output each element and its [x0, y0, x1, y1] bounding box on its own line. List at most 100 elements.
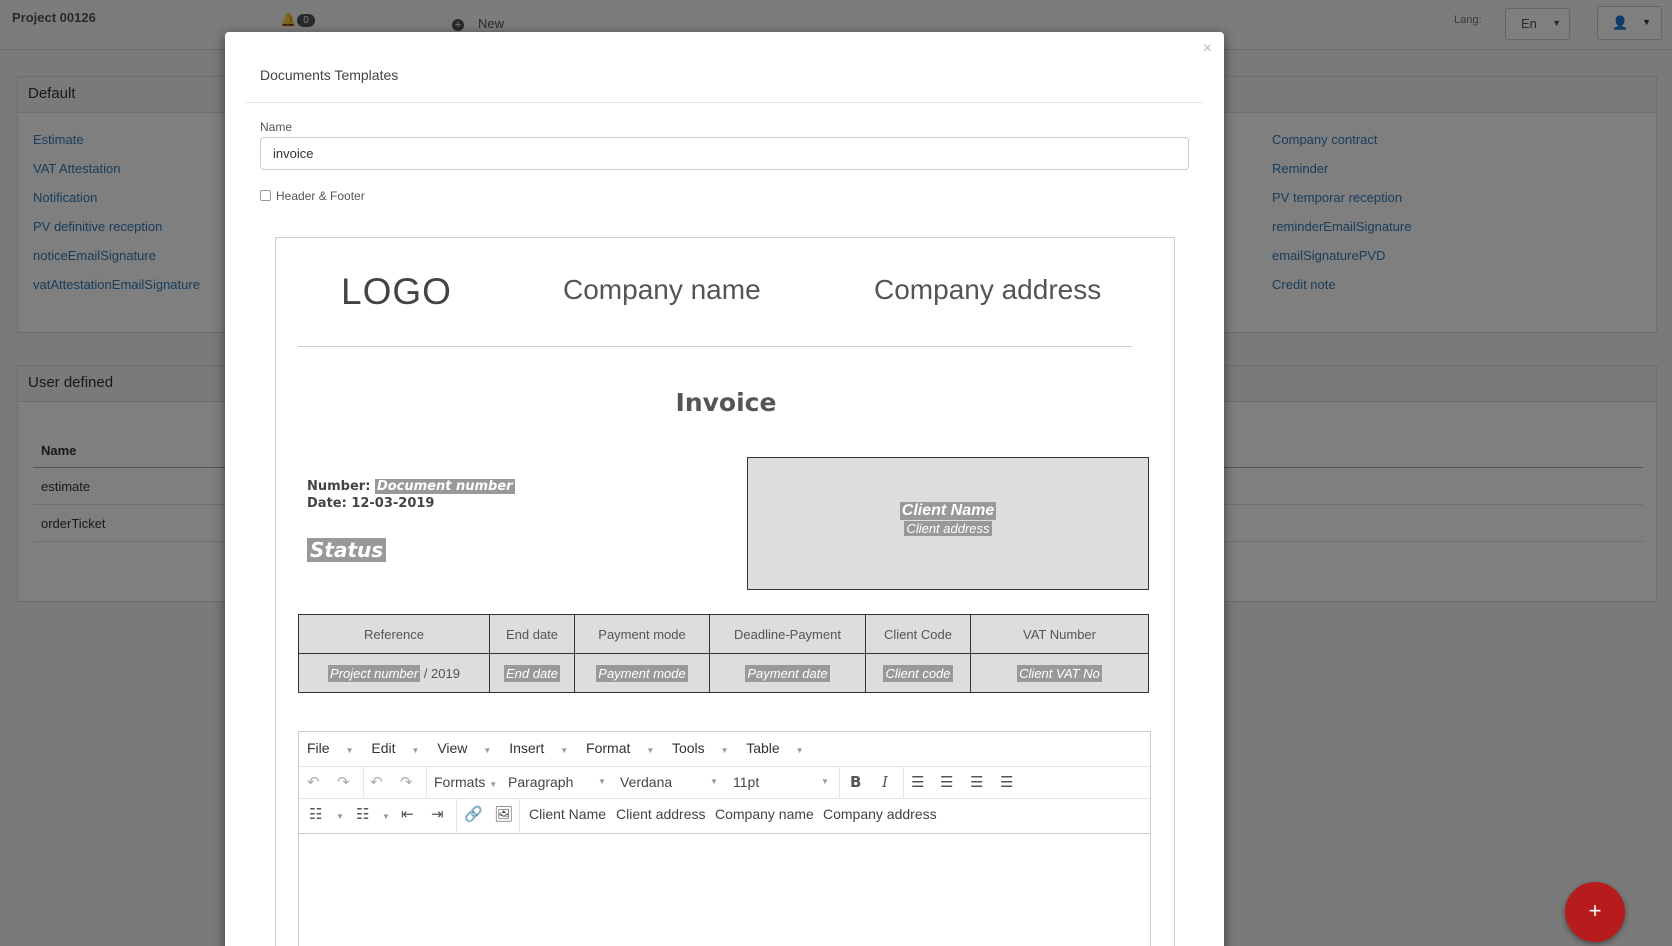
link-icon[interactable]: 🔗	[464, 805, 483, 823]
size-select[interactable]: 11pt ▼	[733, 774, 833, 790]
payment-mode-tag: Payment mode	[596, 664, 688, 682]
caret-down-icon[interactable]: ▼	[382, 812, 390, 821]
table-header-cell: VAT Number	[970, 614, 1149, 654]
checkbox-box[interactable]	[260, 190, 271, 201]
modal-title: Documents Templates	[260, 67, 399, 83]
close-icon[interactable]: ×	[1203, 40, 1212, 58]
align-right-icon[interactable]: ☰	[970, 773, 983, 791]
table-header-cell: Reference	[298, 614, 490, 654]
document-number-tag: Document number	[374, 479, 515, 494]
table-header-cell: Client Code	[865, 614, 971, 654]
name-label: Name	[260, 120, 293, 134]
menu-edit[interactable]: Edit ▼	[371, 740, 419, 756]
table-header-cell: Deadline-Payment	[709, 614, 866, 654]
modal-divider	[245, 102, 1203, 103]
menu-label: Insert	[509, 740, 545, 756]
bold-button[interactable]: B	[850, 773, 861, 791]
insert-company-name-button[interactable]: Company name	[715, 806, 814, 822]
align-left-icon[interactable]: ☰	[911, 773, 924, 791]
company-address-placeholder: Company address	[874, 274, 1102, 305]
client-code-tag: Client code	[883, 664, 953, 682]
editor-toolbar-1: ↶ ↷ ↶ ↷ Formats ▼ Paragraph ▼ Verdana ▼ 11…	[299, 767, 1150, 799]
insert-client-address-button[interactable]: Client address	[616, 806, 706, 822]
size-label: 11pt	[733, 774, 760, 790]
caret-down-icon: ▼	[821, 777, 829, 786]
font-select[interactable]: Verdana ▼	[620, 774, 720, 790]
paragraph-select[interactable]: Paragraph ▼	[508, 774, 608, 790]
italic-button[interactable]: I	[882, 773, 888, 791]
caret-down-icon: ▼	[710, 777, 718, 786]
image-icon[interactable]: 🖼	[494, 805, 513, 823]
menu-table[interactable]: Table ▼	[746, 740, 803, 756]
paragraph-label: Paragraph	[508, 774, 574, 790]
menu-tools[interactable]: Tools ▼	[672, 740, 729, 756]
menu-insert[interactable]: Insert ▼	[509, 740, 568, 756]
undo-icon[interactable]: ↶	[307, 773, 320, 791]
rich-text-editor: File ▼ Edit ▼ View ▼ Insert ▼ Format ▼ Tools ▼…	[298, 731, 1151, 946]
project-number-tag: Project number	[328, 664, 421, 682]
menu-label: Edit	[371, 740, 396, 756]
table-header-cell: End date	[489, 614, 575, 654]
table-cell: Project number / 2019	[298, 653, 490, 693]
client-address-tag: Client address	[904, 521, 992, 536]
end-date-tag: End date	[503, 664, 561, 682]
formats-dropdown[interactable]: Formats ▼	[434, 774, 497, 790]
numbered-list-icon[interactable]: ☷	[356, 805, 369, 823]
align-justify-icon[interactable]: ☰	[1000, 773, 1013, 791]
toolbar-separator	[839, 767, 840, 799]
client-vat-tag: Client VAT No	[1017, 664, 1102, 682]
header-footer-checkbox[interactable]: Header & Footer	[260, 189, 365, 203]
toolbar-separator	[903, 767, 904, 799]
name-input[interactable]	[260, 137, 1189, 170]
formats-label: Formats	[434, 774, 486, 790]
menu-view[interactable]: View ▼	[437, 740, 491, 756]
number-line: Number: Document number	[307, 479, 515, 494]
indent-icon[interactable]: ⇥	[431, 805, 444, 823]
undo-icon[interactable]: ↶	[370, 773, 383, 791]
date-line: Date: 12-03-2019	[307, 496, 435, 511]
editor-content-area[interactable]	[299, 834, 1150, 946]
client-name-tag: Client Name	[899, 502, 997, 520]
font-label: Verdana	[620, 774, 673, 790]
add-fab-button[interactable]: +	[1565, 882, 1625, 942]
menu-label: View	[437, 740, 468, 756]
toolbar-separator	[363, 767, 364, 799]
caret-down-icon: ▼	[598, 777, 606, 786]
caret-down-icon[interactable]: ▼	[336, 812, 344, 821]
header-footer-label: Header & Footer	[276, 189, 365, 203]
documents-templates-modal: × Documents Templates Name Header & Foot…	[225, 32, 1224, 946]
table-cell: Payment mode	[574, 653, 710, 693]
invoice-title: Invoice	[675, 388, 777, 417]
editor-menubar: File ▼ Edit ▼ View ▼ Insert ▼ Format ▼ Tools ▼…	[299, 732, 1150, 767]
table-cell: Payment date	[709, 653, 866, 693]
outdent-icon[interactable]: ⇤	[401, 805, 414, 823]
document-preview: LOGO Company name Company address Invoic…	[275, 237, 1175, 946]
insert-client-name-button[interactable]: Client Name	[529, 806, 606, 822]
menu-label: Format	[586, 740, 631, 756]
header-rule	[298, 346, 1132, 347]
menu-label: Tools	[671, 740, 705, 756]
reference-table: Reference End date Payment mode Deadline…	[298, 614, 1149, 693]
caret-down-icon: ▼	[720, 746, 729, 755]
table-cell: End date	[489, 653, 575, 693]
toolbar-separator	[519, 799, 520, 834]
toolbar-separator	[456, 799, 457, 834]
insert-company-address-button[interactable]: Company address	[823, 806, 937, 822]
ref-suffix: / 2019	[420, 665, 460, 681]
status-tag: Status	[307, 538, 387, 562]
table-cell: Client VAT No	[970, 653, 1149, 693]
caret-down-icon: ▼	[411, 746, 420, 755]
menu-format[interactable]: Format ▼	[586, 740, 654, 756]
toolbar-separator	[426, 767, 427, 799]
redo-icon[interactable]: ↷	[337, 773, 350, 791]
logo-placeholder: LOGO	[341, 271, 452, 312]
menu-file[interactable]: File ▼	[307, 740, 353, 756]
number-label: Number:	[307, 479, 371, 494]
caret-down-icon: ▼	[345, 746, 354, 755]
redo-icon[interactable]: ↷	[400, 773, 413, 791]
align-center-icon[interactable]: ☰	[940, 773, 953, 791]
table-cell: Client code	[865, 653, 971, 693]
menu-label: Table	[746, 740, 780, 756]
editor-toolbar-2: ☷ ▼ ☷ ▼ ⇤ ⇥ 🔗 🖼 Client Name Client addre…	[299, 799, 1150, 834]
bullet-list-icon[interactable]: ☷	[309, 805, 322, 823]
